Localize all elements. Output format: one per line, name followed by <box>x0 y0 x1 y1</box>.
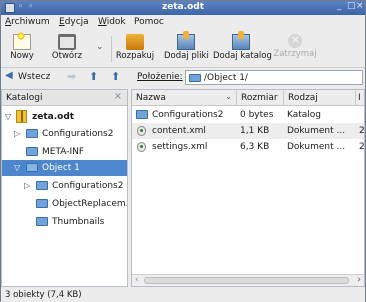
back-button[interactable]: Wstecz <box>18 72 50 87</box>
forward-arrow-icon[interactable]: ➡ <box>67 70 76 85</box>
folder-icon <box>36 217 48 226</box>
location-path: /Object 1/ <box>204 73 248 83</box>
maximize-button[interactable]: □ <box>347 1 356 11</box>
scroll-right-icon[interactable]: › <box>357 275 361 285</box>
menu-edycja[interactable]: Edycja <box>59 17 89 27</box>
file-row[interactable]: Configurations2 0 bytes Katalog <box>132 107 364 123</box>
file-row[interactable]: content.xml 1,1 KB Dokument ... 2 <box>132 123 364 139</box>
location-input[interactable]: /Object 1/ <box>185 70 363 85</box>
tree-item-object-1[interactable]: ▽ Object 1 <box>2 160 127 176</box>
xml-file-icon <box>137 126 146 136</box>
column-header-type[interactable]: Rodzaj <box>284 90 356 106</box>
tree-item-meta-inf[interactable]: META-INF <box>2 144 127 160</box>
folders-panel: Katalogi ⨯ ▽ zeta.odt ▷ Configurations2 … <box>1 89 128 287</box>
new-button[interactable]: Nowy <box>5 32 39 66</box>
folder-icon <box>189 74 201 82</box>
add-folder-icon <box>232 31 250 50</box>
tree-item-objectreplacements[interactable]: ObjectReplacem... <box>2 196 127 212</box>
add-files-icon <box>177 31 195 50</box>
status-bar: 3 obiekty (7,4 KB) <box>1 288 365 302</box>
archive-manager-window: ◦ ◦ zeta.odt _ □ × Archiwum Edycja Widok… <box>0 0 366 302</box>
tree-item-thumbnails[interactable]: Thumbnails <box>2 214 127 230</box>
tree-item-zeta-odt[interactable]: ▽ zeta.odt <box>2 109 127 125</box>
up-arrow-icon[interactable]: ⬆ <box>89 70 98 85</box>
expand-arrow-icon[interactable]: ▷ <box>24 181 30 190</box>
archive-icon <box>16 110 27 123</box>
tree-item-configurations2[interactable]: ▷ Configurations2 <box>2 126 127 142</box>
home-icon[interactable]: ⬆ <box>111 70 120 85</box>
scroll-left-icon[interactable]: ‹ <box>135 275 139 285</box>
expand-arrow-icon[interactable]: ▷ <box>14 129 20 138</box>
scrollbar-thumb[interactable] <box>144 277 349 284</box>
horizontal-scrollbar[interactable]: ‹ › <box>132 274 364 286</box>
collapse-arrow-icon[interactable]: ▽ <box>14 163 20 172</box>
collapse-arrow-icon[interactable]: ▽ <box>5 112 11 121</box>
close-window-button[interactable]: × <box>356 1 364 11</box>
location-bar: ◀ Wstecz ➡ ⬆ ⬆ Położenie: /Object 1/ <box>1 68 365 87</box>
new-archive-icon <box>13 32 31 50</box>
close-panel-icon[interactable]: ⨯ <box>114 91 122 102</box>
sort-descending-icon: ⌄ <box>225 92 232 101</box>
column-header-modified[interactable]: I <box>356 90 364 106</box>
add-files-button[interactable]: Dodaj pliki <box>164 31 209 66</box>
stop-icon <box>288 33 302 48</box>
toolbar-separator <box>111 36 112 62</box>
folder-icon <box>26 129 38 138</box>
folder-icon <box>26 163 38 172</box>
folder-icon <box>36 181 48 190</box>
stop-button[interactable]: Zatrzymaj <box>272 32 318 66</box>
menu-bar: Archiwum Edycja Widok Pomoc <box>1 15 365 29</box>
toolbar: Nowy Otwórz ⌄ Rozpakuj Dodaj pliki Dodaj… <box>1 30 365 68</box>
open-recent-dropdown-icon[interactable]: ⌄ <box>96 42 104 52</box>
title-bar[interactable]: ◦ ◦ zeta.odt _ □ × <box>1 1 365 15</box>
folder-icon <box>26 147 38 156</box>
open-button[interactable]: Otwórz <box>45 32 89 66</box>
file-row[interactable]: settings.xml 6,3 KB Dokument ... 2 <box>132 139 364 155</box>
xml-file-icon <box>137 142 146 152</box>
window-title: zeta.odt <box>161 2 205 12</box>
column-header-size[interactable]: Rozmiar <box>237 90 284 106</box>
unpack-button[interactable]: Rozpakuj <box>115 32 155 66</box>
tree-item-configurations2-nested[interactable]: ▷ Configurations2 <box>2 178 127 194</box>
menu-pomoc[interactable]: Pomoc <box>134 17 164 27</box>
open-archive-icon <box>58 34 76 50</box>
back-arrow-icon[interactable]: ◀ <box>5 70 13 85</box>
location-label: Położenie: <box>137 72 183 82</box>
folders-panel-header: Katalogi ⨯ <box>2 90 127 106</box>
file-list: Nazwa ⌄ Rozmiar Rodzaj I Configurations2… <box>131 89 365 287</box>
folder-icon <box>136 110 148 119</box>
add-folder-button[interactable]: Dodaj katalog <box>213 31 272 66</box>
column-header-name[interactable]: Nazwa ⌄ <box>132 90 237 106</box>
extract-icon <box>126 34 144 50</box>
menu-archiwum[interactable]: Archiwum <box>5 17 50 27</box>
folders-panel-title: Katalogi <box>6 93 43 103</box>
folder-icon <box>36 199 48 208</box>
status-text: 3 obiekty (7,4 KB) <box>5 290 82 300</box>
menu-widok[interactable]: Widok <box>98 17 126 27</box>
minimize-button[interactable]: _ <box>337 1 342 11</box>
